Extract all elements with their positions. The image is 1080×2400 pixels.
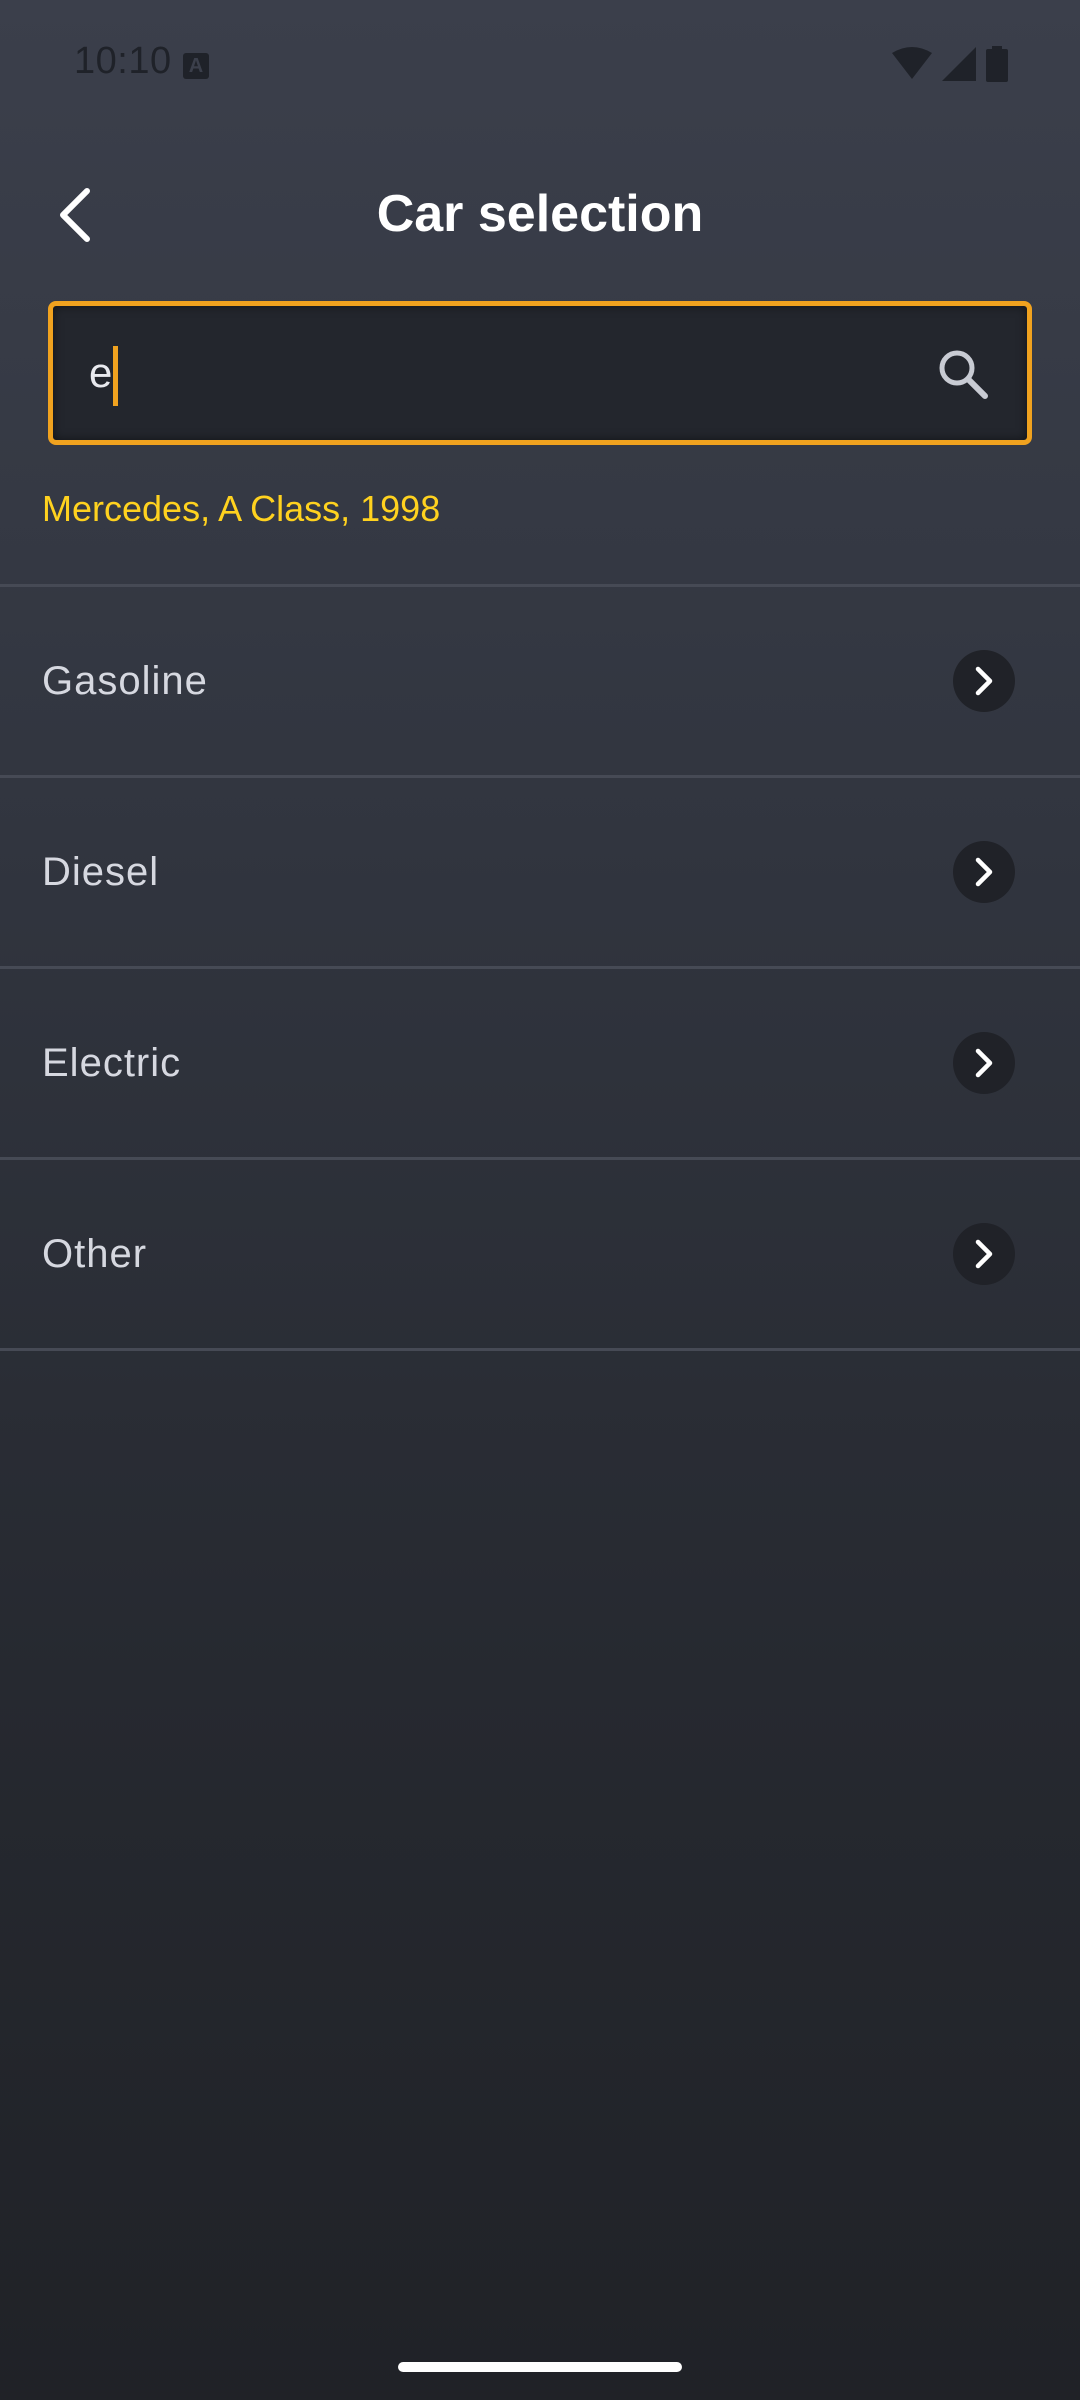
list-item-label: Electric — [42, 1041, 182, 1085]
chevron-right-button[interactable] — [953, 1223, 1015, 1285]
chevron-right-button[interactable] — [953, 1032, 1015, 1094]
status-time: 10:10 — [74, 40, 172, 82]
list-item-gasoline[interactable]: Gasoline — [0, 584, 1080, 775]
battery-icon — [986, 46, 1008, 82]
list-item-label: Other — [42, 1232, 148, 1276]
list-item-other[interactable]: Other — [0, 1157, 1080, 1351]
a-icon: A — [183, 53, 209, 79]
search-box[interactable] — [48, 301, 1032, 445]
text-caret — [113, 346, 118, 406]
status-icons — [892, 46, 1008, 82]
header: Car selection — [0, 160, 1080, 270]
signal-icon — [942, 47, 976, 81]
home-indicator[interactable] — [398, 2362, 682, 2372]
list-item-label: Diesel — [42, 850, 160, 894]
chevron-right-icon — [975, 857, 993, 887]
list-item-label: Gasoline — [42, 659, 208, 703]
selected-car: Mercedes, A Class, 1998 — [42, 488, 441, 529]
chevron-right-button[interactable] — [953, 650, 1015, 712]
chevron-right-button[interactable] — [953, 841, 1015, 903]
chevron-right-icon — [975, 666, 993, 696]
search-input[interactable] — [89, 306, 909, 440]
status-bar: 10:10 A — [0, 0, 1080, 132]
chevron-right-icon — [975, 1048, 993, 1078]
search-icon[interactable] — [935, 346, 991, 402]
list-item-diesel[interactable]: Diesel — [0, 775, 1080, 966]
list-item-electric[interactable]: Electric — [0, 966, 1080, 1157]
chevron-right-icon — [975, 1239, 993, 1269]
wifi-icon — [892, 47, 932, 79]
fuel-type-list: Gasoline Diesel Electric Other — [0, 584, 1080, 1351]
page-title: Car selection — [376, 185, 704, 243]
